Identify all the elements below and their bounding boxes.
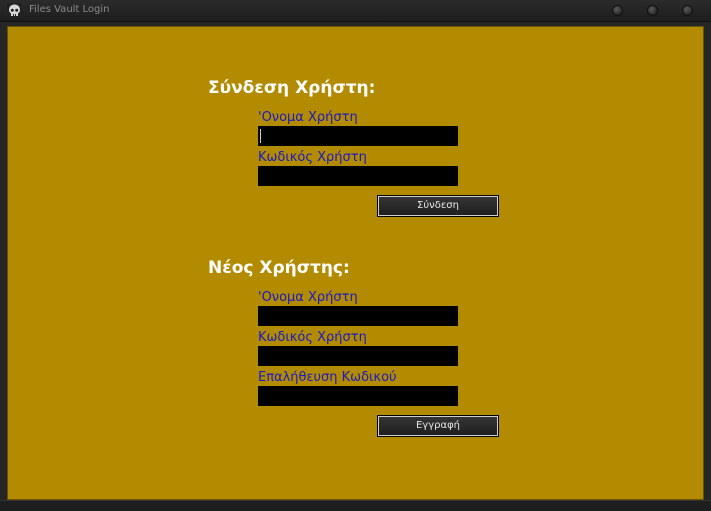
register-username-label: 'Ονομα Χρήστη: [258, 290, 358, 305]
login-heading: Σύνδεση Χρήστη:: [208, 78, 376, 98]
register-confirm-label: Επαλήθευση Κωδικού: [258, 370, 397, 385]
close-button[interactable]: [682, 5, 693, 16]
title-bar[interactable]: Files Vault Login: [0, 0, 711, 22]
skull-icon: [7, 3, 22, 18]
login-panel: Σύνδεση Χρήστη: 'Ονομα Χρήστη Κωδικός Χρ…: [7, 26, 704, 500]
login-password-input[interactable]: [258, 166, 458, 186]
maximize-button[interactable]: [647, 5, 658, 16]
register-password-input[interactable]: [258, 346, 458, 366]
register-heading: Νέος Χρήστης:: [208, 258, 350, 278]
login-password-label: Κωδικός Χρήστη: [258, 150, 367, 165]
login-username-input[interactable]: [258, 126, 458, 146]
register-confirm-input[interactable]: [258, 386, 458, 406]
text-caret: [260, 129, 261, 143]
window-bottom-border: [0, 500, 711, 511]
login-button[interactable]: Σύνδεση: [377, 195, 499, 217]
login-username-wrapper: [258, 126, 458, 146]
register-password-label: Κωδικός Χρήστη: [258, 330, 367, 345]
register-username-input[interactable]: [258, 306, 458, 326]
login-username-label: 'Ονομα Χρήστη: [258, 110, 358, 125]
minimize-button[interactable]: [612, 5, 623, 16]
register-button[interactable]: Εγγραφή: [377, 415, 499, 437]
window-title: Files Vault Login: [29, 4, 110, 15]
